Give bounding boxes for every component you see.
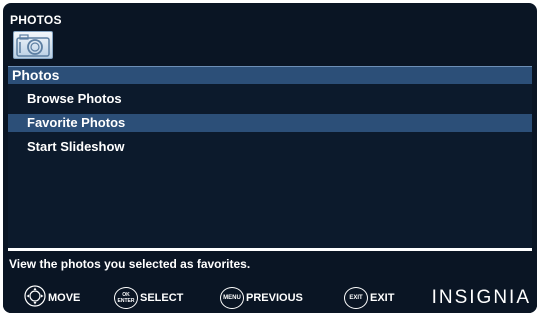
page-title: PHOTOS <box>10 13 62 27</box>
help-description: View the photos you selected as favorite… <box>9 257 251 271</box>
dpad-icon <box>24 284 46 312</box>
previous-hint: MENU PREVIOUS <box>220 287 303 309</box>
menu-item-browse-photos[interactable]: Browse Photos <box>8 90 532 108</box>
menu-key-icon: MENU <box>220 287 244 309</box>
move-label: MOVE <box>48 292 81 304</box>
enter-key-text: ENTER <box>117 298 135 304</box>
ok-enter-key-icon: OK ENTER <box>114 287 138 309</box>
move-hint: MOVE <box>24 284 81 312</box>
menu-item-start-slideshow[interactable]: Start Slideshow <box>8 138 532 156</box>
footer-bar: MOVE OK ENTER SELECT MENU PREVIOUS EXIT … <box>3 282 537 313</box>
exit-label: EXIT <box>370 292 395 304</box>
previous-label: PREVIOUS <box>246 292 303 304</box>
camera-icon <box>13 31 53 59</box>
menu-key-text: MENU <box>223 295 241 301</box>
tv-screen: PHOTOS Photos Browse Photos Favorite Pho… <box>3 3 537 313</box>
menu-panel: Photos Browse Photos Favorite Photos Sta… <box>8 66 532 251</box>
menu-heading: Photos <box>8 66 532 84</box>
brand-logo: INSIGNIA <box>431 287 531 308</box>
select-label: SELECT <box>140 292 184 304</box>
exit-key-icon: EXIT <box>344 287 368 309</box>
select-hint: OK ENTER SELECT <box>114 287 183 309</box>
menu-item-favorite-photos[interactable]: Favorite Photos <box>8 114 532 132</box>
exit-hint: EXIT EXIT <box>344 287 394 309</box>
exit-key-text: EXIT <box>349 295 363 301</box>
